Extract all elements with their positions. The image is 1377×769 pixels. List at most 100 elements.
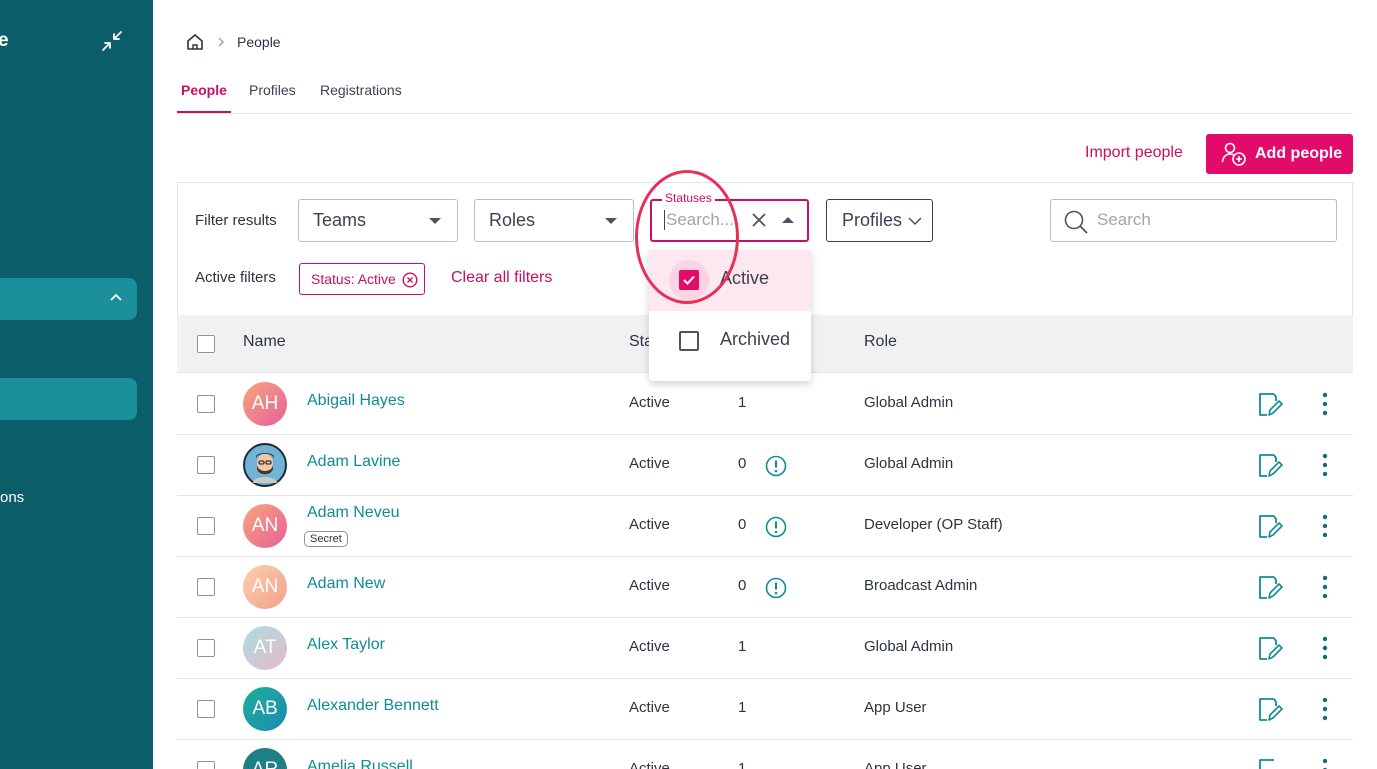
app-logo: e bbox=[0, 30, 9, 51]
more-vertical-icon[interactable] bbox=[1315, 453, 1335, 477]
remove-chip-icon[interactable] bbox=[402, 272, 418, 288]
column-header-role[interactable]: Role bbox=[864, 333, 897, 351]
person-status: Active bbox=[629, 394, 670, 411]
close-icon[interactable] bbox=[751, 212, 767, 228]
highlight-ring bbox=[635, 170, 739, 304]
person-role: App User bbox=[864, 760, 927, 769]
row-checkbox[interactable] bbox=[197, 761, 215, 769]
roles-dropdown[interactable]: Roles bbox=[474, 199, 634, 242]
table-row[interactable]: AN Adam New Active 0 Broadcast Admin bbox=[177, 557, 1353, 618]
row-checkbox[interactable] bbox=[197, 456, 215, 474]
status-option-label: Archived bbox=[720, 329, 791, 349]
tab-profiles[interactable]: Profiles bbox=[249, 82, 296, 111]
tab-registrations[interactable]: Registrations bbox=[320, 82, 402, 111]
row-checkbox[interactable] bbox=[197, 639, 215, 657]
warning-icon[interactable] bbox=[765, 516, 787, 538]
chevron-down-icon bbox=[908, 217, 922, 226]
warning-icon[interactable] bbox=[765, 455, 787, 477]
table-row[interactable]: AN Adam Neveu Secret Active 0 Developer … bbox=[177, 496, 1353, 557]
table-row[interactable]: AT Alex Taylor Active 1 Global Admin bbox=[177, 618, 1353, 679]
tab-people[interactable]: People bbox=[177, 82, 231, 113]
person-status: Active bbox=[629, 455, 670, 472]
search-input[interactable]: Search bbox=[1050, 199, 1337, 242]
secret-badge: Secret bbox=[304, 531, 348, 547]
person-role: Global Admin bbox=[864, 638, 954, 655]
edit-icon[interactable] bbox=[1255, 634, 1283, 662]
caret-up-icon[interactable] bbox=[782, 217, 794, 223]
import-people-link[interactable]: Import people bbox=[1085, 144, 1183, 162]
sidebar-item-label[interactable]: ons bbox=[0, 489, 24, 506]
chevron-up-icon bbox=[110, 293, 122, 301]
person-name-link[interactable]: Amelia Russell bbox=[307, 758, 413, 769]
status-filter-chip-label: Status: Active bbox=[311, 271, 396, 287]
person-name-link[interactable]: Adam Neveu bbox=[307, 504, 400, 522]
teams-dropdown[interactable]: Teams bbox=[298, 199, 458, 242]
add-people-button[interactable]: Add people bbox=[1206, 134, 1353, 174]
breadcrumb: People bbox=[185, 32, 281, 52]
avatar: AN bbox=[243, 565, 287, 609]
checkbox-unchecked[interactable] bbox=[679, 331, 699, 351]
person-name-link[interactable]: Alexander Bennett bbox=[307, 697, 439, 715]
collapse-icon[interactable] bbox=[101, 30, 123, 52]
column-header-name[interactable]: Name bbox=[243, 333, 286, 351]
roles-dropdown-label: Roles bbox=[489, 210, 536, 230]
more-vertical-icon[interactable] bbox=[1315, 392, 1335, 416]
edit-icon[interactable] bbox=[1255, 451, 1283, 479]
person-count: 1 bbox=[738, 699, 747, 716]
person-count: 0 bbox=[738, 577, 747, 594]
profiles-dropdown[interactable]: Profiles bbox=[826, 199, 933, 242]
row-checkbox[interactable] bbox=[197, 395, 215, 413]
table-row[interactable]: Adam Lavine Active 0 Global Admin bbox=[177, 435, 1353, 496]
person-name-link[interactable]: Adam Lavine bbox=[307, 453, 400, 471]
table-row[interactable]: AH Abigail Hayes Active 1 Global Admin bbox=[177, 374, 1353, 435]
sidebar-item-expanded[interactable] bbox=[0, 278, 137, 320]
row-checkbox[interactable] bbox=[197, 578, 215, 596]
person-role: Broadcast Admin bbox=[864, 577, 978, 594]
filter-results-label: Filter results bbox=[195, 212, 277, 229]
edit-icon[interactable] bbox=[1255, 695, 1283, 723]
person-count: 1 bbox=[738, 760, 747, 769]
person-role: Global Admin bbox=[864, 394, 954, 411]
sidebar: e ons bbox=[0, 0, 153, 769]
more-vertical-icon[interactable] bbox=[1315, 575, 1335, 599]
teams-dropdown-label: Teams bbox=[313, 210, 367, 230]
avatar bbox=[243, 443, 287, 487]
status-filter-chip[interactable]: Status: Active bbox=[299, 263, 425, 295]
person-name-link[interactable]: Alex Taylor bbox=[307, 636, 385, 654]
person-status: Active bbox=[629, 516, 670, 533]
status-option-archived[interactable]: Archived bbox=[649, 311, 811, 372]
select-all-checkbox[interactable] bbox=[197, 335, 215, 353]
chevron-right-icon bbox=[218, 37, 224, 47]
person-role: App User bbox=[864, 699, 927, 716]
avatar: AT bbox=[243, 626, 287, 670]
search-placeholder: Search bbox=[1097, 210, 1151, 229]
table-row[interactable]: AB Alexander Bennett Active 1 App User bbox=[177, 679, 1353, 740]
caret-down-icon bbox=[429, 218, 441, 224]
row-checkbox[interactable] bbox=[197, 517, 215, 535]
more-vertical-icon[interactable] bbox=[1315, 697, 1335, 721]
edit-icon[interactable] bbox=[1255, 756, 1283, 769]
edit-icon[interactable] bbox=[1255, 390, 1283, 418]
warning-icon[interactable] bbox=[765, 577, 787, 599]
avatar: AH bbox=[243, 382, 287, 426]
person-name-link[interactable]: Adam New bbox=[307, 575, 385, 593]
table-row[interactable]: AR Amelia Russell Active 1 App User bbox=[177, 740, 1353, 769]
sidebar-item-selected[interactable] bbox=[0, 378, 137, 420]
person-count: 1 bbox=[738, 638, 747, 655]
more-vertical-icon[interactable] bbox=[1315, 758, 1335, 769]
user-photo-icon bbox=[253, 453, 277, 483]
person-count: 1 bbox=[738, 394, 747, 411]
person-status: Active bbox=[629, 577, 670, 594]
edit-icon[interactable] bbox=[1255, 512, 1283, 540]
home-icon[interactable] bbox=[185, 32, 205, 52]
profiles-dropdown-label: Profiles bbox=[842, 210, 903, 230]
breadcrumb-current: People bbox=[237, 34, 281, 50]
avatar: AB bbox=[243, 687, 287, 731]
more-vertical-icon[interactable] bbox=[1315, 636, 1335, 660]
clear-all-filters-link[interactable]: Clear all filters bbox=[451, 269, 552, 287]
more-vertical-icon[interactable] bbox=[1315, 514, 1335, 538]
search-icon bbox=[1064, 210, 1088, 234]
edit-icon[interactable] bbox=[1255, 573, 1283, 601]
row-checkbox[interactable] bbox=[197, 700, 215, 718]
person-name-link[interactable]: Abigail Hayes bbox=[307, 392, 405, 410]
